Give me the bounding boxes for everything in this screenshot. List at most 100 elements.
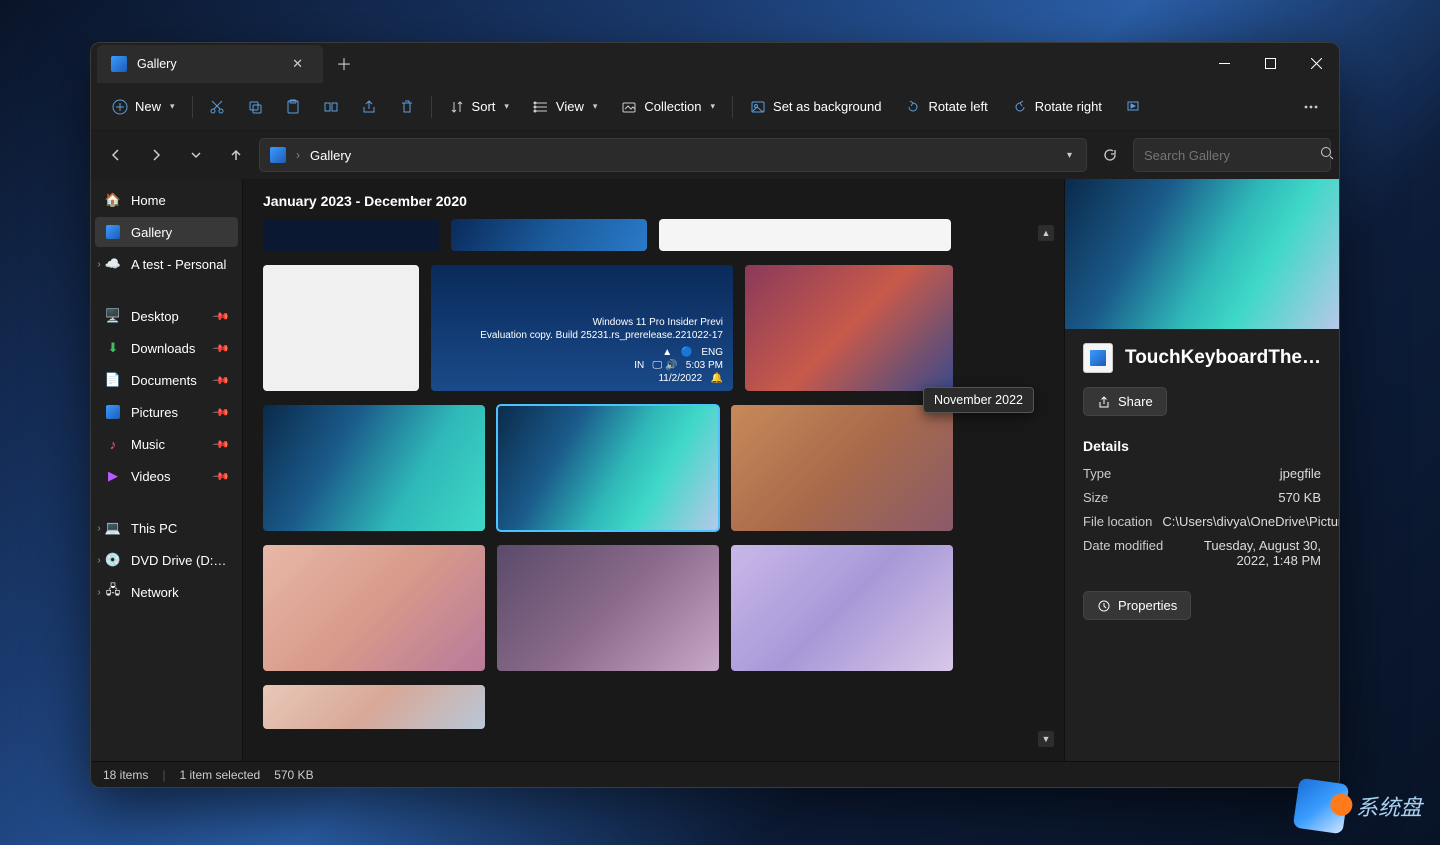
recent-button[interactable] [179,138,213,172]
tab-gallery[interactable]: Gallery ✕ [97,45,323,83]
sidebar-item-videos[interactable]: ▶Videos📌 [95,461,238,491]
breadcrumb-separator: › [296,148,300,162]
sidebar-item-network[interactable]: ›🖧Network [95,577,238,607]
share-button[interactable]: Share [1083,387,1167,416]
paste-button[interactable] [275,90,311,124]
delete-button[interactable] [389,90,425,124]
collection-button[interactable]: Collection▾ [610,90,726,124]
sidebar-item-pictures[interactable]: Pictures📌 [95,397,238,427]
maximize-button[interactable] [1247,43,1293,83]
thumbnail[interactable] [731,545,953,671]
status-item-count: 18 items [103,768,148,782]
rename-button[interactable] [313,90,349,124]
sidebar-item-label: Desktop [131,309,179,324]
thumbnail[interactable] [745,265,953,391]
sidebar-item-label: This PC [131,521,177,536]
thumbnail[interactable] [497,545,719,671]
thumbnail[interactable] [263,545,485,671]
detail-key-location: File location [1083,514,1152,529]
watermark: 系统盘 [1296,781,1422,831]
set-background-button[interactable]: Set as background [739,90,892,124]
sidebar-item-documents[interactable]: 📄Documents📌 [95,365,238,395]
sidebar-item-label: Home [131,193,166,208]
more-icon [1303,99,1319,115]
documents-icon: 📄 [105,372,121,388]
scroll-down-button[interactable]: ▼ [1038,731,1054,747]
chevron-right-icon[interactable]: › [93,555,105,566]
share-button[interactable] [351,90,387,124]
sidebar-item-home[interactable]: 🏠Home [95,185,238,215]
chevron-down-icon[interactable]: ▾ [1063,146,1076,165]
scroll-up-button[interactable]: ▲ [1038,225,1054,241]
back-button[interactable] [99,138,133,172]
navbar: › Gallery ▾ [91,131,1339,179]
close-window-button[interactable] [1293,43,1339,83]
new-tab-button[interactable]: ＋ [323,43,365,83]
copy-button[interactable] [237,90,273,124]
sidebar-item-desktop[interactable]: 🖥️Desktop📌 [95,301,238,331]
thumbnail[interactable] [263,405,485,531]
sidebar-item-music[interactable]: ♪Music📌 [95,429,238,459]
rotate-left-icon [905,99,921,115]
toolbar: New▾ Sort▾ View▾ Collection▾ Set as back… [91,83,1339,131]
refresh-button[interactable] [1093,138,1127,172]
sidebar-item-downloads[interactable]: ⬇ Downloads 📌 [95,333,238,363]
thumbnail[interactable] [731,405,953,531]
copy-icon [247,99,263,115]
downloads-icon: ⬇ [105,340,121,356]
thumbnail[interactable] [451,219,647,251]
breadcrumb-item[interactable]: Gallery [310,148,351,163]
new-button[interactable]: New▾ [101,90,186,124]
cut-button[interactable] [199,90,235,124]
close-tab-button[interactable]: ✕ [286,52,309,76]
view-icon [533,99,549,115]
thumbnail[interactable] [263,685,485,729]
desktop-icon: 🖥️ [105,308,121,324]
sidebar-item-dvd[interactable]: ›💿DVD Drive (D:) CCC [95,545,238,575]
window-controls [1201,43,1339,83]
view-button[interactable]: View▾ [522,90,608,124]
share-label: Share [1118,394,1153,409]
search-box[interactable] [1133,138,1331,172]
tooltip: November 2022 [923,387,1034,413]
thumbnail[interactable] [263,219,439,251]
wallpaper-icon [750,99,766,115]
thumbnail[interactable] [659,219,951,251]
up-button[interactable] [219,138,253,172]
filetype-icon [1083,343,1113,373]
forward-button[interactable] [139,138,173,172]
more-button[interactable] [1293,90,1329,124]
scissors-icon [209,99,225,115]
music-icon: ♪ [105,436,121,452]
sidebar-item-label: Videos [131,469,171,484]
search-icon [1320,146,1334,165]
detail-value-location: C:\Users\divya\OneDrive\Pictures [1162,514,1339,529]
thumbnail[interactable]: Windows 11 Pro Insider PreviEvaluation c… [431,265,733,391]
statusbar: 18 items | 1 item selected 570 KB [91,761,1339,787]
chevron-right-icon[interactable]: › [93,587,105,598]
detail-value-type: jpegfile [1280,466,1321,481]
pin-icon: 📌 [212,339,231,358]
gallery-icon [105,224,121,240]
sidebar-item-label: DVD Drive (D:) CCC [131,553,228,568]
sidebar-item-onedrive[interactable]: ›☁️A test - Personal [95,249,238,279]
file-explorer-window: Gallery ✕ ＋ New▾ Sort▾ View▾ Collection▾… [90,42,1340,788]
thumbnail-selected[interactable] [497,405,719,531]
addressbar[interactable]: › Gallery ▾ [259,138,1087,172]
detail-value-modified: Tuesday, August 30, 2022, 1:48 PM [1173,538,1321,568]
sidebar-item-gallery[interactable]: Gallery [95,217,238,247]
rotate-left-button[interactable]: Rotate left [894,90,998,124]
chevron-right-icon[interactable]: › [93,523,105,534]
gallery-content: January 2023 - December 2020 ▲ ▼ Windows… [243,179,1064,761]
rotate-right-button[interactable]: Rotate right [1001,90,1113,124]
slideshow-button[interactable] [1115,90,1151,124]
thumbnail[interactable] [263,265,419,391]
search-input[interactable] [1144,148,1320,163]
sort-button[interactable]: Sort▾ [438,90,520,124]
sidebar-item-thispc[interactable]: ›💻This PC [95,513,238,543]
minimize-button[interactable] [1201,43,1247,83]
properties-button[interactable]: Properties [1083,591,1191,620]
details-pane: TouchKeyboardThe… Share Details Typejpeg… [1064,179,1339,761]
chevron-right-icon[interactable]: › [93,259,105,270]
sidebar-item-label: Downloads [131,341,195,356]
